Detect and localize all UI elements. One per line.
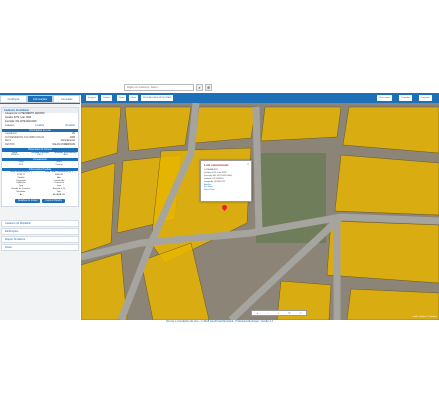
tool-indicadores[interactable]: INDICADORES MUNICIPAIS <box>141 95 174 101</box>
summary-text: Quadra: 0279, Lote: 0022 <box>5 117 32 120</box>
cadastro-panel: Cadastro Imobiliário Loteamento: LOTEAME… <box>1 107 79 208</box>
search-icon[interactable]: ⌕ <box>196 83 203 91</box>
tool-legenda[interactable]: Legenda <box>419 95 432 101</box>
localizar-link[interactable]: Localizar <box>35 125 44 128</box>
tool-links: Cadastro Localizar Visualizar <box>2 124 78 128</box>
zoom-in-icon[interactable]: + <box>257 312 258 315</box>
accordion-mapas[interactable]: Mapas Temáticos <box>1 236 79 243</box>
visualizar-link[interactable]: Visualizar <box>65 125 75 128</box>
info-label: Bairro <box>5 140 12 143</box>
map-toolbar: Imagem Satélite Mapa Ruas INDICADORES MU… <box>81 93 439 103</box>
build-table: Área construída (m²) Área Total Construí… <box>2 171 78 196</box>
sidebar-tabs: GeoPortal Informações Consultas <box>0 95 81 104</box>
tool-imagem[interactable]: Imagem <box>86 95 98 101</box>
home-icon[interactable]: ⌂ <box>278 312 279 315</box>
accordion-mobiliario[interactable]: Cadastro de Mobiliário <box>1 220 79 227</box>
info-label: Logradouro <box>5 132 17 135</box>
parcel <box>81 252 128 320</box>
info-value: Complemento <box>60 140 75 143</box>
parcel <box>124 106 192 152</box>
fullscreen-icon[interactable]: ⤢ <box>299 312 301 315</box>
map-canvas <box>81 93 439 320</box>
popup-title: Lote selecionado <box>204 163 229 167</box>
details-button[interactable]: Detalhes do imóvel <box>14 199 41 204</box>
dims-val: 12450,5 <box>10 154 19 157</box>
action-buttons: Detalhes do imóvel Imprimir Boletim <box>2 196 78 206</box>
road <box>252 106 263 234</box>
tool-ruas[interactable]: Ruas <box>129 95 139 101</box>
info-row: CENTRO SALAS COMERCIAIS <box>2 144 78 148</box>
popup-link[interactable]: Street View <box>204 189 248 192</box>
tab-consultas[interactable]: Consultas <box>53 95 81 103</box>
tool-satelite[interactable]: Satélite <box>101 95 113 101</box>
tab-informacoes[interactable]: Informações <box>26 95 54 103</box>
summary-text: Loteamento: LOTEAMENTO CENTRO <box>5 113 45 116</box>
tool-vista-aerea[interactable]: Vista aérea <box>377 95 393 101</box>
tool-mapa[interactable]: Mapa <box>117 95 127 101</box>
zone-val: Central <box>55 164 63 167</box>
print-button[interactable]: Imprimir Boletim <box>42 199 66 204</box>
accordion-rotas[interactable]: Rotas <box>1 244 79 251</box>
info-value: SALAS COMERCIAIS <box>52 144 75 147</box>
build-cell: Ar <box>19 193 23 196</box>
parcel <box>81 162 116 254</box>
refresh-icon[interactable]: ↻ <box>288 312 290 315</box>
zoom-out-icon[interactable]: − <box>267 312 268 315</box>
footer[interactable]: Termos e Condições de Uso - © 2018 GeoPo… <box>0 318 439 325</box>
summary-text: Inscrição: 001.0279.0022.0000 <box>5 120 37 123</box>
dims-val: 130,1 <box>37 154 43 157</box>
search-input[interactable] <box>124 83 194 91</box>
sidebar: GeoPortal Informações Consultas Cadastro… <box>0 95 81 320</box>
lot-popup: × Lote selecionado LOTEAMENTO Quadra 027… <box>200 160 252 202</box>
map-view[interactable]: Imagem Satélite Mapa Ruas INDICADORES MU… <box>81 93 439 320</box>
info-label: CENTRO <box>5 144 15 147</box>
dims-val: 48,8 <box>63 154 68 157</box>
build-cell: ALVARÁ OK <box>52 193 66 196</box>
parcel <box>326 220 439 284</box>
zone-val: ZC1 <box>18 164 24 167</box>
parcel <box>342 106 439 154</box>
dims-table: Área Testada Principal Testadas Secundár… <box>2 152 78 158</box>
close-icon[interactable]: × <box>247 162 249 166</box>
tab-geoportal[interactable]: GeoPortal <box>0 95 27 103</box>
top-search-bar: ⌕ ⊕ <box>0 82 439 93</box>
parcel <box>194 106 257 144</box>
parcel <box>260 106 342 142</box>
accordion-edificacoes[interactable]: Edificações <box>1 228 79 235</box>
popup-body: LOTEAMENTO Quadra 0279, Lote 0022 Inscri… <box>201 168 251 193</box>
info-value: AV <box>72 132 75 135</box>
map-controls: + − ⌂ ↻ ⤢ <box>251 310 307 316</box>
tools-label: Cadastro <box>5 124 15 127</box>
parcel <box>334 154 439 216</box>
zone-table: Zona Setor ZC1 Central <box>2 161 78 167</box>
crosshair-icon[interactable]: ⊕ <box>205 83 212 91</box>
tool-camadas[interactable]: Camadas <box>399 95 413 101</box>
